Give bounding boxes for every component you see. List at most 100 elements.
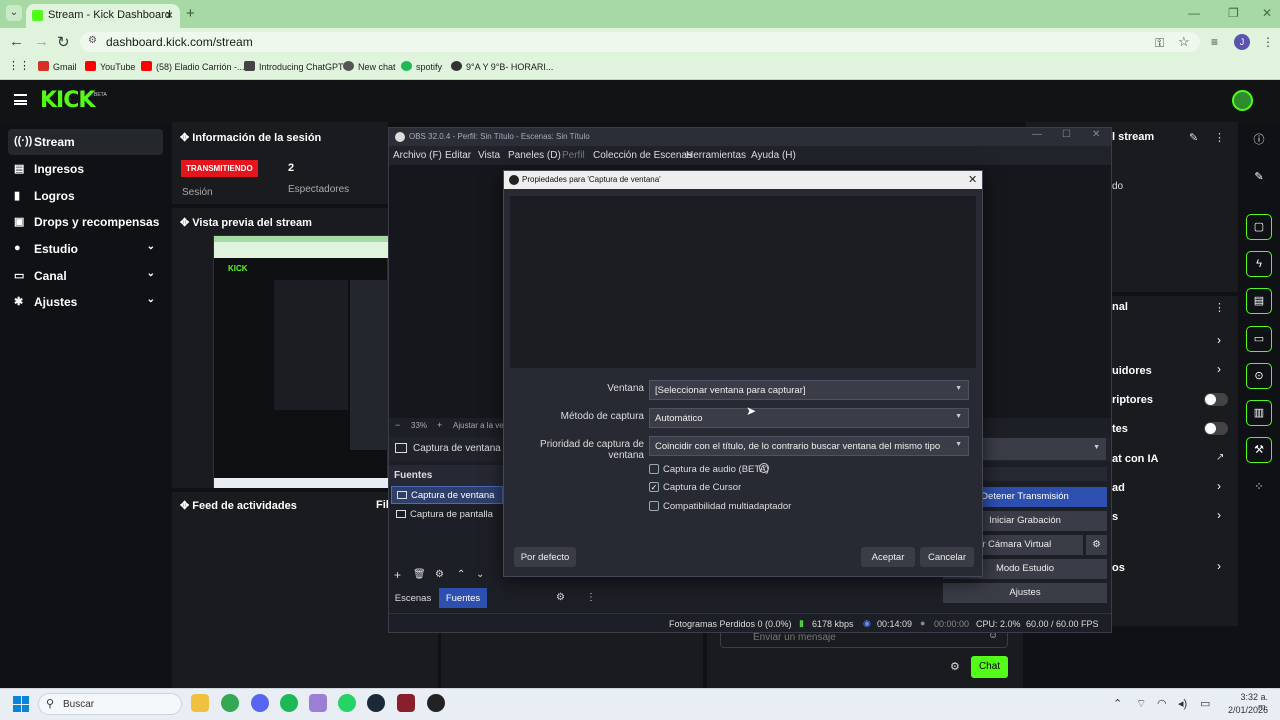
whatsapp-icon[interactable] xyxy=(338,694,356,712)
move-up-icon[interactable]: ⌃ xyxy=(457,569,465,580)
audio-capture-checkbox[interactable] xyxy=(649,464,659,474)
bookmark-item[interactable]: YouTube xyxy=(85,61,135,72)
move-down-icon[interactable]: ⌄ xyxy=(476,569,484,580)
maximize-icon[interactable]: ☐ xyxy=(1062,129,1071,140)
game-app-icon[interactable] xyxy=(397,694,415,712)
toggle-switch[interactable] xyxy=(1204,393,1228,406)
lightning-icon[interactable]: ϟ xyxy=(1246,251,1272,277)
chevron-right-icon[interactable]: › xyxy=(1217,479,1221,493)
virtual-camera-settings-icon[interactable]: ⚙ xyxy=(1086,535,1107,555)
bookmark-item[interactable]: (58) Eladio Carrión -... xyxy=(141,61,245,72)
layout-icon[interactable]: ▥ xyxy=(1246,400,1272,426)
help-icon[interactable]: ? xyxy=(759,463,769,473)
wrench-icon[interactable]: ⚒ xyxy=(1246,437,1272,463)
add-source-icon[interactable]: + xyxy=(394,568,401,582)
close-window-icon[interactable]: ✕ xyxy=(1262,6,1272,20)
source-item-display[interactable]: Captura de pantalla xyxy=(391,506,503,524)
chat-settings-icon[interactable]: ⚙ xyxy=(950,660,960,673)
app-icon[interactable] xyxy=(309,694,327,712)
clock-date[interactable]: 2/01/2026 xyxy=(1228,705,1268,715)
properties-dropdown[interactable]: ▼ xyxy=(982,438,1106,460)
new-tab-icon[interactable]: + xyxy=(186,5,195,22)
bookmark-item[interactable]: 9°A Y 9°B- HORARI... xyxy=(451,61,553,72)
sidebar-item-canal[interactable]: ▭ Canal ⌄ xyxy=(8,263,163,289)
move-handle-icon[interactable]: ✥ xyxy=(180,500,192,512)
move-handle-icon[interactable]: ✥ xyxy=(180,132,192,144)
menu-editar[interactable]: Editar xyxy=(445,150,471,161)
toggle-switch[interactable] xyxy=(1204,422,1228,435)
chevron-right-icon[interactable]: › xyxy=(1217,362,1221,376)
sidebar-item-ajustes[interactable]: ✱ Ajustes ⌄ xyxy=(8,289,163,315)
sidebar-item-logros[interactable]: ▮ Logros xyxy=(8,183,163,209)
tab-fuentes[interactable]: Fuentes xyxy=(439,588,487,608)
trash-icon[interactable]: 🗑 xyxy=(413,569,426,580)
sidebar-item-stream[interactable]: ((·)) Stream xyxy=(8,129,163,155)
chrome-icon[interactable] xyxy=(221,694,239,712)
zoom-in-icon[interactable]: + xyxy=(437,420,442,430)
priority-select[interactable]: Coincidir con el título, de lo contrario… xyxy=(649,436,969,456)
spotify-icon[interactable] xyxy=(280,694,298,712)
capture-method-select[interactable]: Automático ▼ xyxy=(649,408,969,428)
audio-settings-icon[interactable]: ⚙ xyxy=(556,592,565,603)
site-info-icon[interactable]: ⚙ xyxy=(88,35,97,46)
zoom-out-icon[interactable]: − xyxy=(395,420,400,430)
wifi-icon[interactable]: ◠ xyxy=(1157,697,1167,710)
tab-search-icon[interactable]: ⌄ xyxy=(6,5,22,21)
document-icon[interactable]: ▤ xyxy=(1246,288,1272,314)
edit-icon[interactable]: ✎ xyxy=(1189,131,1198,144)
back-icon[interactable]: ← xyxy=(9,33,24,50)
battery-icon[interactable]: ▭ xyxy=(1200,697,1210,710)
channel-item[interactable]: os xyxy=(1112,562,1125,574)
pencil-icon[interactable]: ✎ xyxy=(1246,165,1272,191)
obs-taskbar-icon[interactable] xyxy=(427,694,445,712)
speaker-icon[interactable]: ◂) xyxy=(1178,697,1187,710)
forward-icon[interactable]: → xyxy=(34,33,49,50)
close-tab-icon[interactable]: × xyxy=(166,8,173,22)
tray-chevron-icon[interactable]: ⌃ xyxy=(1113,697,1122,710)
url-bar[interactable]: ⚙ dashboard.kick.com/stream xyxy=(80,32,1200,52)
tab-escenas[interactable]: Escenas xyxy=(389,588,437,608)
apps-grid-icon[interactable]: ⋮⋮ xyxy=(8,59,30,72)
menu-coleccion[interactable]: Colección de Escenas xyxy=(593,150,692,161)
more-icon[interactable]: ⋮ xyxy=(1214,301,1225,314)
kick-logo[interactable]: KICK xyxy=(40,88,95,113)
channel-item[interactable]: s xyxy=(1112,511,1118,523)
chevron-right-icon[interactable]: › xyxy=(1217,559,1221,573)
user-avatar[interactable] xyxy=(1232,90,1253,111)
cancel-button[interactable]: Cancelar xyxy=(920,547,974,567)
reload-icon[interactable]: ↻ xyxy=(57,33,70,51)
sidebar-item-estudio[interactable]: ● Estudio ⌄ xyxy=(8,236,163,262)
bookmark-star-icon[interactable]: ☆ xyxy=(1178,34,1190,50)
bookmark-item[interactable]: Gmail xyxy=(38,61,77,72)
fit-label[interactable]: Ajustar a la ve xyxy=(453,421,504,430)
settings-icon[interactable]: ⚙ xyxy=(435,569,444,580)
browser-menu-icon[interactable]: ⋮ xyxy=(1262,35,1274,49)
media-controls-icon[interactable]: ≡ xyxy=(1211,35,1218,49)
chat-send-button[interactable]: Chat xyxy=(971,656,1008,678)
minimize-icon[interactable]: — xyxy=(1188,6,1200,20)
feed-filter-button[interactable]: Fil xyxy=(376,499,389,511)
bookmark-item[interactable]: spotify xyxy=(401,61,442,72)
discord-icon[interactable] xyxy=(251,694,269,712)
password-key-icon[interactable]: ⚿ xyxy=(1155,36,1164,51)
windows-start-icon[interactable] xyxy=(13,696,29,712)
info-icon[interactable]: ⓘ xyxy=(1246,128,1272,154)
minimize-icon[interactable]: — xyxy=(1032,129,1042,140)
cursor-capture-checkbox[interactable]: ✓ xyxy=(649,482,659,492)
close-icon[interactable]: ✕ xyxy=(1092,129,1100,140)
menu-vista[interactable]: Vista xyxy=(478,150,500,161)
bookmark-item[interactable]: Introducing ChatGPT xyxy=(244,61,344,72)
file-explorer-icon[interactable] xyxy=(191,694,209,712)
chevron-right-icon[interactable]: › xyxy=(1217,333,1221,347)
bookmark-item[interactable]: New chat xyxy=(343,61,396,72)
menu-paneles[interactable]: Paneles (D) xyxy=(508,150,561,161)
channel-item[interactable]: ad xyxy=(1112,482,1125,494)
sidebar-item-ingresos[interactable]: ▤ Ingresos xyxy=(8,156,163,182)
network-icon[interactable]: ⌔ xyxy=(1136,697,1146,711)
audio-menu-icon[interactable]: ⋮ xyxy=(586,592,596,603)
more-icon[interactable]: ⋮ xyxy=(1214,131,1225,144)
stream-preview-video[interactable]: KICK xyxy=(213,235,389,488)
external-link-icon[interactable]: ↗ xyxy=(1216,452,1224,463)
menu-archivo[interactable]: Archivo (F) xyxy=(393,150,442,161)
profile-avatar[interactable]: J xyxy=(1234,34,1250,50)
